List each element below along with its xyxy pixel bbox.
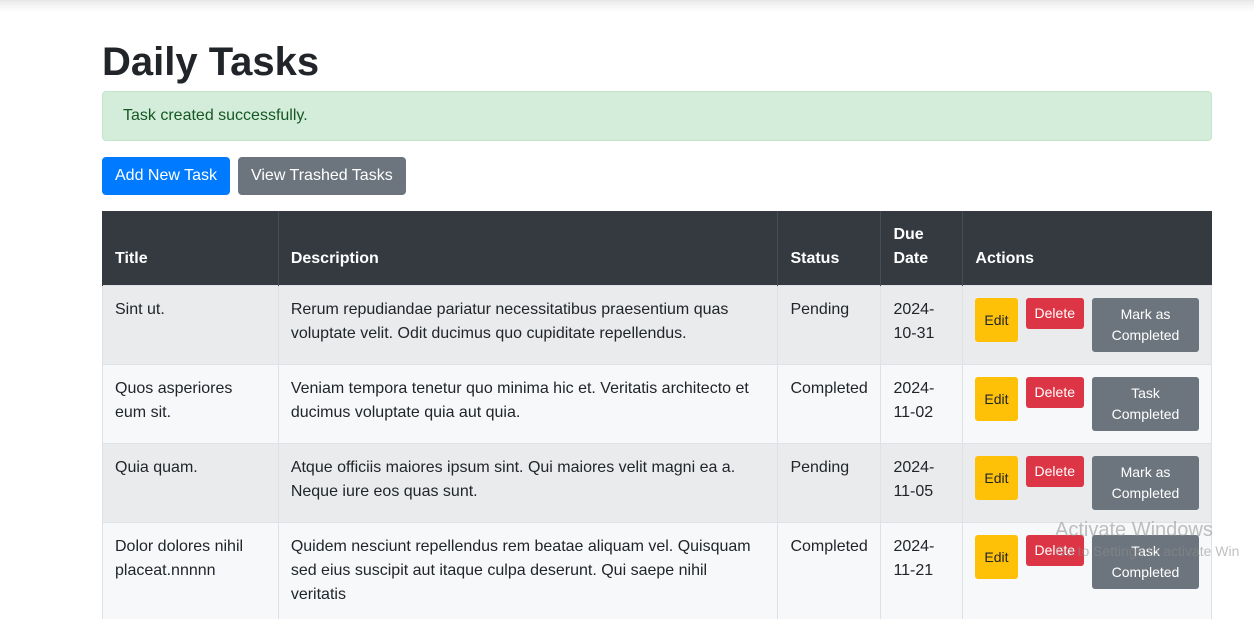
complete-button[interactable]: Mark as Completed — [1092, 298, 1199, 352]
task-title: Dolor dolores nihil placeat.nnnnn — [103, 523, 279, 619]
delete-button[interactable]: Delete — [1026, 298, 1084, 329]
page-title: Daily Tasks — [102, 38, 319, 86]
task-due-date: 2024- 11-21 — [881, 523, 963, 619]
task-title: Quos asperiores eum sit. — [103, 365, 279, 444]
task-title: Sint ut. — [103, 286, 279, 365]
top-bar — [0, 0, 1254, 12]
task-due-date: 2024- 11-02 — [881, 365, 963, 444]
task-status: Pending — [778, 286, 881, 365]
add-new-task-button[interactable]: Add New Task — [102, 157, 230, 195]
task-title: Quia quam. — [103, 444, 279, 523]
watermark-title: Activate Windows — [1055, 518, 1239, 542]
table-header-row: Title Description Status Due Date Action… — [103, 211, 1212, 286]
edit-button[interactable]: Edit — [975, 377, 1017, 421]
table-row: Sint ut.Rerum repudiandae pariatur neces… — [103, 286, 1212, 365]
header-description: Description — [278, 211, 778, 286]
complete-button[interactable]: Mark as Completed — [1092, 456, 1199, 510]
task-status: Completed — [778, 523, 881, 619]
task-due-date: 2024- 10-31 — [881, 286, 963, 365]
header-status: Status — [778, 211, 881, 286]
task-actions: Edit Delete Task Completed — [963, 365, 1212, 444]
delete-button[interactable]: Delete — [1026, 377, 1084, 408]
header-title: Title — [103, 211, 279, 286]
task-actions: Edit Delete Mark as Completed — [963, 444, 1212, 523]
action-buttons: Add New Task View Trashed Tasks — [102, 157, 406, 195]
complete-button[interactable]: Task Completed — [1092, 377, 1199, 431]
watermark-subtitle: Go to Settings to activate Win — [1055, 542, 1239, 560]
edit-button[interactable]: Edit — [975, 456, 1017, 500]
task-description: Veniam tempora tenetur quo minima hic et… — [278, 365, 778, 444]
header-actions: Actions — [963, 211, 1212, 286]
task-description: Rerum repudiandae pariatur necessitatibu… — [278, 286, 778, 365]
success-alert: Task created successfully. — [102, 91, 1212, 141]
header-due-date: Due Date — [881, 211, 963, 286]
task-description: Quidem nesciunt repellendus rem beatae a… — [278, 523, 778, 619]
task-status: Completed — [778, 365, 881, 444]
view-trashed-tasks-button[interactable]: View Trashed Tasks — [238, 157, 406, 195]
activate-windows-watermark: Activate Windows Go to Settings to activ… — [1055, 518, 1239, 560]
table-row: Quia quam.Atque officiis maiores ipsum s… — [103, 444, 1212, 523]
edit-button[interactable]: Edit — [975, 298, 1017, 342]
edit-button[interactable]: Edit — [975, 535, 1017, 579]
table-row: Quos asperiores eum sit.Veniam tempora t… — [103, 365, 1212, 444]
table-row: Dolor dolores nihil placeat.nnnnnQuidem … — [103, 523, 1212, 619]
tasks-table: Title Description Status Due Date Action… — [102, 211, 1212, 619]
delete-button[interactable]: Delete — [1026, 456, 1084, 487]
task-status: Pending — [778, 444, 881, 523]
task-due-date: 2024- 11-05 — [881, 444, 963, 523]
task-description: Atque officiis maiores ipsum sint. Qui m… — [278, 444, 778, 523]
task-actions: Edit Delete Mark as Completed — [963, 286, 1212, 365]
